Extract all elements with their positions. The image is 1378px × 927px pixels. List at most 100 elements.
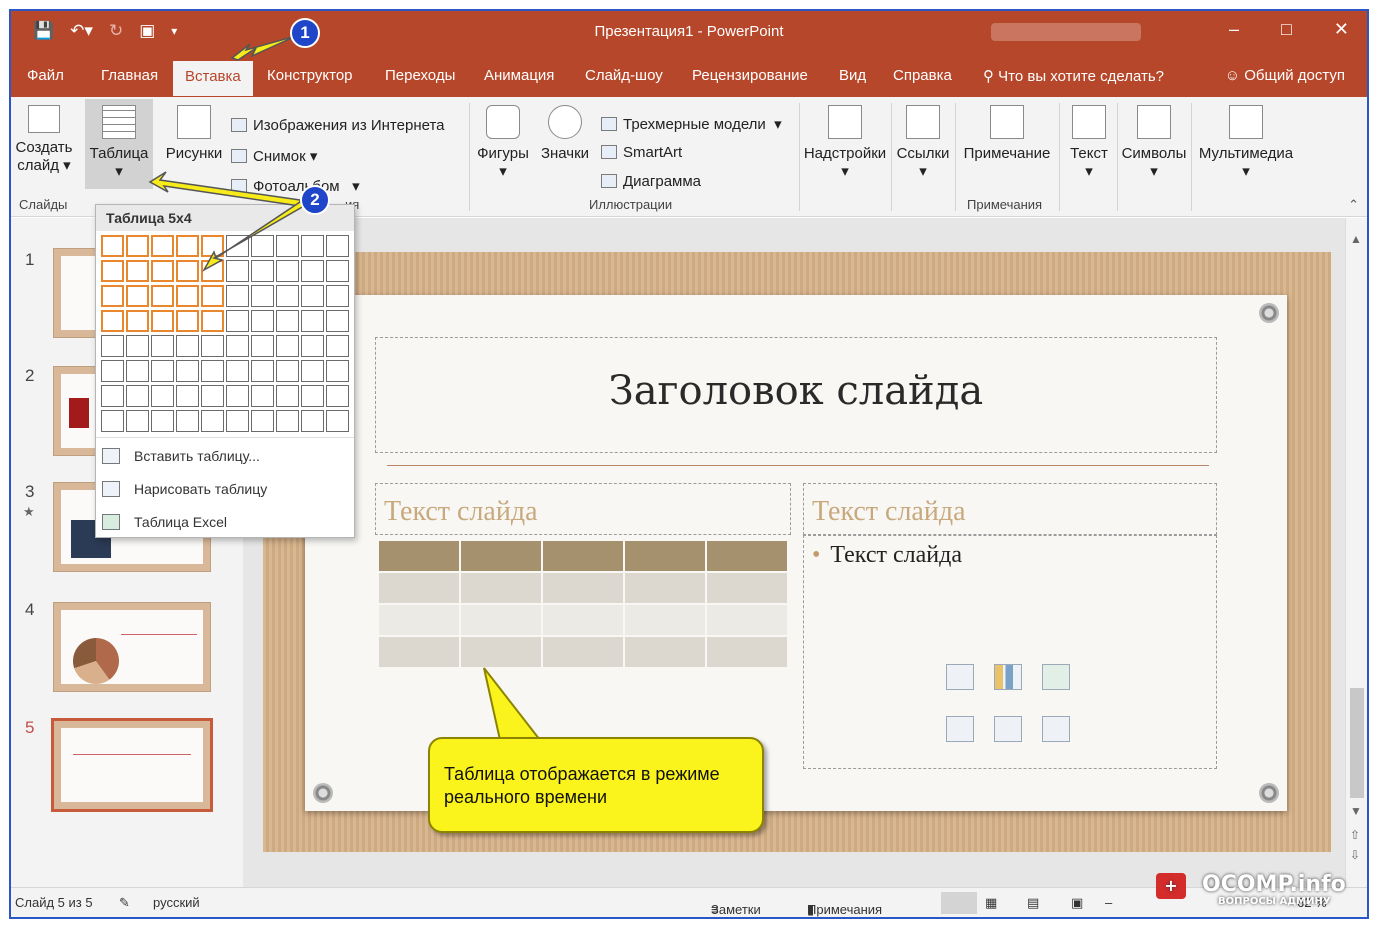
grid-cell[interactable] [126,310,149,332]
grid-cell[interactable] [276,285,299,307]
shapes-button[interactable]: Фигуры ▾ [473,105,533,180]
grid-cell[interactable] [301,235,324,257]
grid-cell[interactable] [201,285,224,307]
excel-table-menu-item[interactable]: Таблица Excel [102,514,227,530]
insert-table-menu-item[interactable]: Вставить таблицу... [102,448,260,464]
new-slide-button[interactable]: Создать слайд ▾ [13,105,75,174]
grid-cell[interactable] [176,335,199,357]
right-content-placeholder[interactable]: • Текст слайда [803,535,1217,769]
close-icon[interactable]: ✕ [1334,19,1349,40]
grid-cell[interactable] [151,360,174,382]
smartart-button[interactable]: SmartArt [601,144,682,161]
grid-cell[interactable] [326,285,349,307]
tab-animations[interactable]: Анимация [484,67,554,84]
grid-cell[interactable] [126,260,149,282]
grid-cell[interactable] [326,260,349,282]
minimize-icon[interactable]: – [1229,19,1239,40]
grid-cell[interactable] [101,285,124,307]
grid-cell[interactable] [226,310,249,332]
grid-cell[interactable] [176,285,199,307]
grid-cell[interactable] [176,310,199,332]
spellcheck-icon[interactable]: ✎ [119,895,130,911]
table-size-grid[interactable] [101,235,351,435]
grid-cell[interactable] [126,285,149,307]
scroll-thumb[interactable] [1350,688,1364,798]
insert-smartart-icon[interactable] [1042,664,1070,690]
grid-cell[interactable] [201,260,224,282]
grid-cell[interactable] [251,235,274,257]
text-button[interactable]: Текст ▾ [1063,105,1115,180]
tab-view[interactable]: Вид [839,67,866,84]
vertical-scrollbar[interactable]: ▲ ▼ ⇧ ⇩ [1345,218,1367,890]
grid-cell[interactable] [276,385,299,407]
grid-cell[interactable] [251,360,274,382]
grid-cell[interactable] [176,260,199,282]
grid-cell[interactable] [326,235,349,257]
right-heading-placeholder[interactable]: Текст слайда [803,483,1217,535]
grid-cell[interactable] [101,335,124,357]
symbols-button[interactable]: Символы ▾ [1119,105,1189,180]
comment-button[interactable]: Примечание [959,105,1055,162]
grid-cell[interactable] [201,410,224,432]
reading-view-icon[interactable]: ▤ [1027,895,1039,911]
screenshot-button[interactable]: Снимок ▾ [231,147,317,165]
insert-table-icon[interactable] [946,664,974,690]
icons-button[interactable]: Значки [537,105,593,162]
grid-cell[interactable] [176,360,199,382]
grid-cell[interactable] [251,260,274,282]
grid-cell[interactable] [151,335,174,357]
grid-cell[interactable] [101,360,124,382]
grid-cell[interactable] [226,385,249,407]
chart-button[interactable]: Диаграмма [601,173,701,190]
grid-cell[interactable] [126,335,149,357]
grid-cell[interactable] [301,310,324,332]
grid-cell[interactable] [101,235,124,257]
grid-cell[interactable] [201,310,224,332]
collapse-ribbon-icon[interactable]: ⌃ [1348,197,1359,213]
grid-cell[interactable] [276,260,299,282]
grid-cell[interactable] [251,335,274,357]
grid-cell[interactable] [251,385,274,407]
grid-cell[interactable] [301,385,324,407]
tab-home[interactable]: Главная [101,67,158,84]
tab-file[interactable]: Файл [27,67,64,84]
tab-help[interactable]: Справка [893,67,952,84]
thumbnail-slide-4[interactable] [53,602,211,692]
grid-cell[interactable] [301,360,324,382]
grid-cell[interactable] [326,360,349,382]
grid-cell[interactable] [226,235,249,257]
scroll-down-icon[interactable]: ▼ [1350,804,1362,818]
tab-transitions[interactable]: Переходы [385,67,455,84]
maximize-icon[interactable]: □ [1281,19,1292,40]
grid-cell[interactable] [101,410,124,432]
draw-table-menu-item[interactable]: Нарисовать таблицу [102,481,267,497]
thumbnail-slide-5[interactable] [51,718,213,812]
grid-cell[interactable] [301,335,324,357]
grid-cell[interactable] [151,410,174,432]
grid-cell[interactable] [151,385,174,407]
addins-button[interactable]: Надстройки ▾ [801,105,889,180]
grid-cell[interactable] [226,360,249,382]
grid-cell[interactable] [151,285,174,307]
insert-online-picture-icon[interactable] [994,716,1022,742]
tab-slideshow[interactable]: Слайд-шоу [585,67,663,84]
tab-design[interactable]: Конструктор [267,67,353,84]
grid-cell[interactable] [126,410,149,432]
grid-cell[interactable] [101,385,124,407]
grid-cell[interactable] [226,335,249,357]
grid-cell[interactable] [126,385,149,407]
grid-cell[interactable] [326,310,349,332]
grid-cell[interactable] [226,410,249,432]
online-pictures-button[interactable]: Изображения из Интернета [231,117,444,134]
links-button[interactable]: Ссылки ▾ [893,105,953,180]
grid-cell[interactable] [176,235,199,257]
inserted-table-preview[interactable] [377,539,789,669]
insert-picture-icon[interactable] [946,716,974,742]
normal-view-icon[interactable] [941,892,977,914]
zoom-out-icon[interactable]: – [1105,895,1112,910]
grid-cell[interactable] [276,335,299,357]
next-slide-icon[interactable]: ⇩ [1350,848,1360,862]
grid-cell[interactable] [151,235,174,257]
share-button[interactable]: ☺ Общий доступ [1225,67,1345,84]
grid-cell[interactable] [176,410,199,432]
